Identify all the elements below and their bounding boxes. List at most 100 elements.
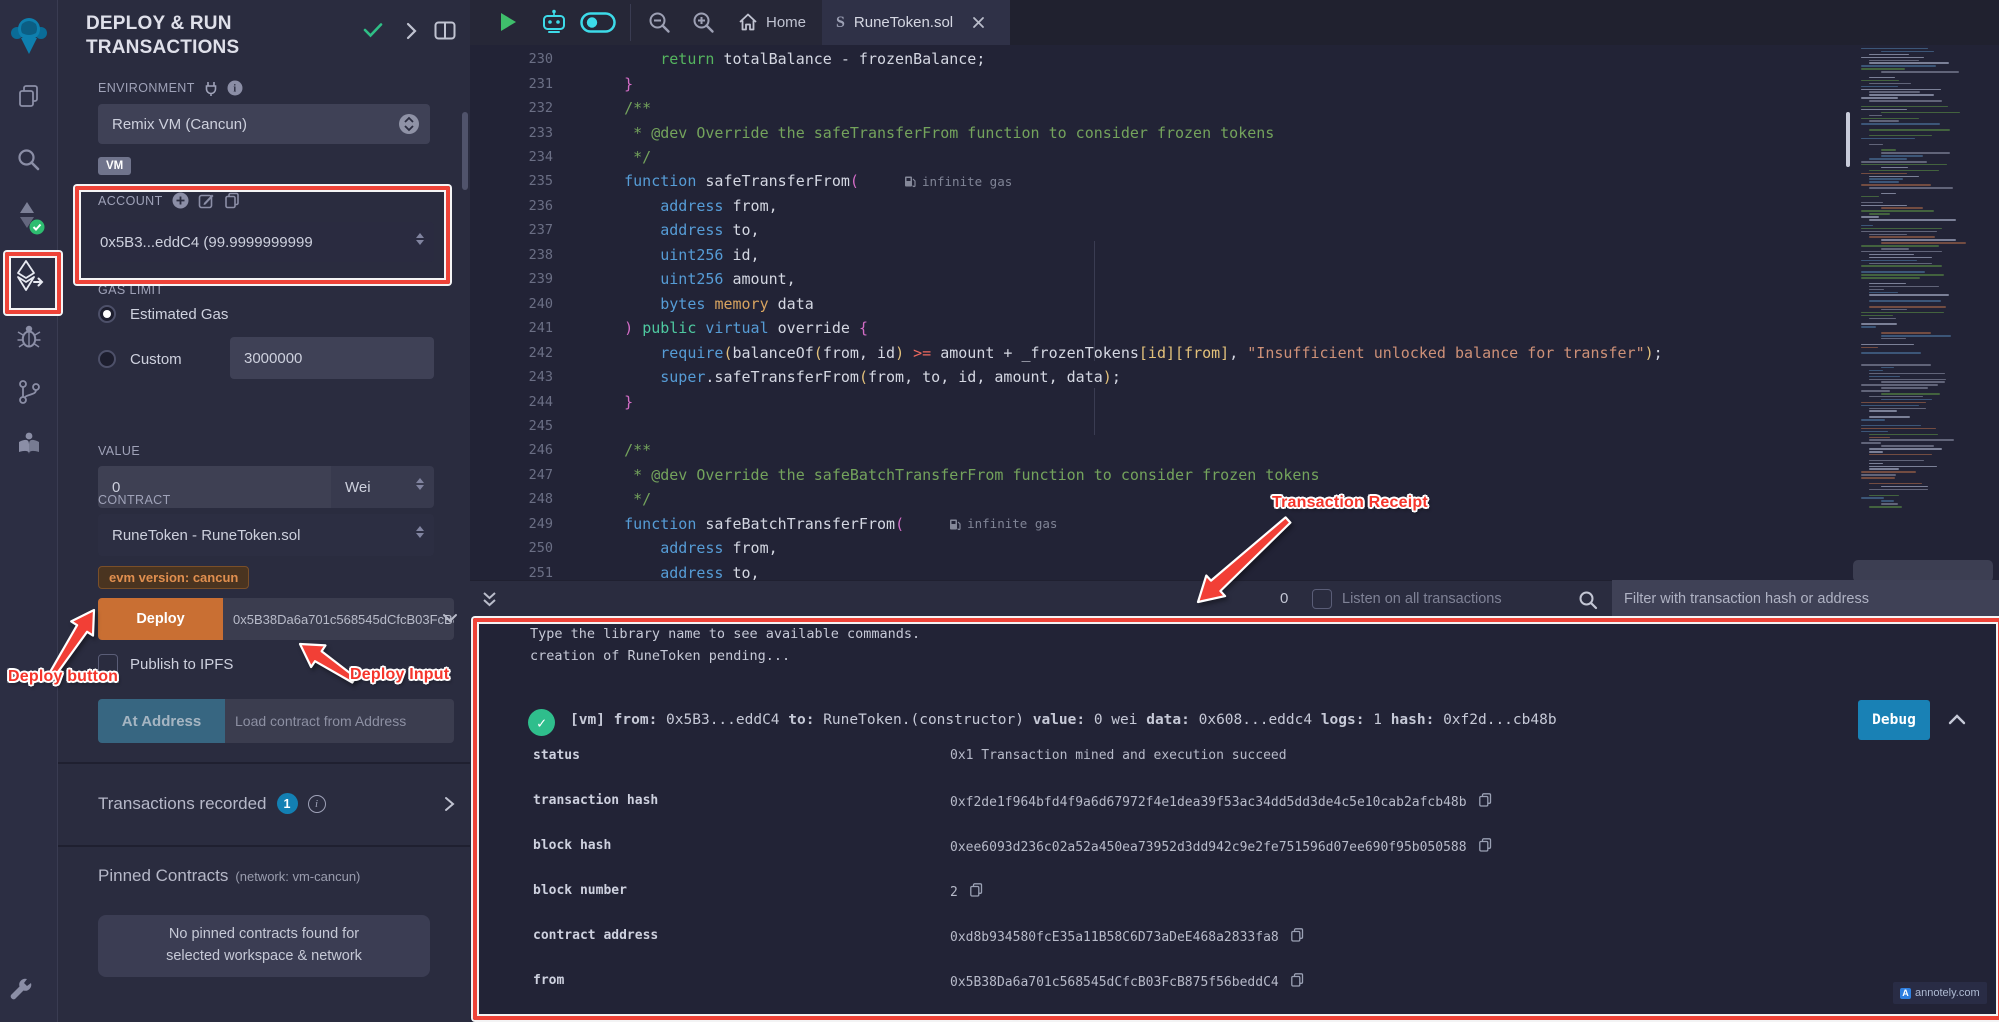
code-line[interactable]: 242 require(balanceOf(from, id) >= amoun… [470, 340, 1850, 364]
line-number: 248 [470, 491, 553, 507]
minimap-line [1869, 83, 1911, 85]
pin-panel-chevron-icon[interactable] [405, 22, 417, 45]
terminal-search-icon[interactable] [1578, 590, 1598, 615]
settings-wrench-icon[interactable] [0, 975, 49, 1003]
code-line[interactable]: 243 super.safeTransferFrom(from, to, id,… [470, 365, 1850, 389]
code-line[interactable]: 238 uint256 id, [470, 243, 1850, 267]
at-address-input[interactable]: Load contract from Address [225, 699, 454, 743]
search-icon[interactable] [0, 147, 57, 172]
code-line[interactable]: 241 ) public virtual override { [470, 316, 1850, 340]
code-line[interactable]: 249 function safeBatchTransferFrom(infin… [470, 512, 1850, 536]
receipt-row-label: block number [533, 883, 627, 898]
ai-copilot-robot-icon[interactable] [540, 8, 568, 41]
collapse-terminal-icon[interactable] [482, 591, 497, 613]
code-line[interactable]: 247 * @dev Override the safeBatchTransfe… [470, 463, 1850, 487]
copy-icon[interactable] [1479, 793, 1492, 811]
git-branch-icon[interactable] [0, 378, 57, 406]
panel-scrollbar[interactable] [462, 112, 468, 190]
split-view-icon[interactable] [434, 21, 456, 45]
code-line[interactable]: 237 address to, [470, 218, 1850, 242]
minimap-line [1869, 379, 1946, 381]
learneth-icon[interactable] [0, 430, 57, 458]
deploy-button[interactable]: Deploy [98, 598, 223, 640]
collapse-receipt-chevron-icon[interactable] [1948, 710, 1966, 729]
minimap-line [1869, 286, 1939, 288]
estimated-gas-radio[interactable] [98, 305, 116, 323]
copy-account-icon[interactable] [224, 192, 240, 209]
contract-select[interactable]: RuneToken - RuneToken.sol [98, 514, 434, 556]
code-line[interactable]: 232 /** [470, 96, 1850, 120]
remix-logo-icon[interactable] [0, 14, 57, 56]
code-line[interactable]: 251 address to, [470, 560, 1850, 580]
transactions-info-icon[interactable]: i [308, 795, 326, 813]
home-tab[interactable]: Home [738, 12, 806, 32]
tx-summary[interactable]: [vm] from: 0x5B3...eddC4 to: RuneToken.(… [570, 712, 1557, 728]
custom-gas-input[interactable]: 3000000 [230, 337, 434, 379]
terminal-filter-input[interactable]: Filter with transaction hash or address [1612, 580, 1999, 618]
copy-icon[interactable] [1291, 928, 1304, 946]
environment-select[interactable]: Remix VM (Cancun) [98, 104, 430, 144]
code-line[interactable]: 240 bytes memory data [470, 292, 1850, 316]
code-line[interactable]: 244 } [470, 389, 1850, 413]
copy-icon[interactable] [1479, 838, 1492, 856]
toolbar-divider [630, 4, 631, 41]
tab-close-icon[interactable] [972, 16, 985, 29]
copilot-toggle-icon[interactable] [580, 12, 616, 38]
minimap-slider[interactable] [1853, 560, 1993, 582]
debugger-icon[interactable] [0, 322, 57, 350]
code-line[interactable]: 236 address from, [470, 194, 1850, 218]
publish-ipfs-checkbox[interactable] [98, 654, 118, 674]
custom-gas-radio[interactable] [98, 350, 116, 368]
minimap-line [1861, 164, 1947, 166]
deploy-constructor-input[interactable]: 0x5B38Da6a701c568545dCfcB03FcB875f56bedd… [223, 598, 454, 640]
minimap-line [1861, 277, 1920, 279]
solidity-compiler-icon[interactable] [0, 200, 57, 236]
line-number: 251 [470, 565, 553, 580]
zoom-in-icon[interactable] [692, 11, 715, 39]
code-line[interactable]: 234 */ [470, 145, 1850, 169]
minimap-line [1881, 335, 1951, 337]
copy-icon[interactable] [1291, 973, 1304, 991]
minimap-line [1869, 263, 1932, 265]
deploy-run-icon[interactable] [0, 258, 57, 294]
code-line[interactable]: 248 */ [470, 487, 1850, 511]
code-line[interactable]: 246 /** [470, 438, 1850, 462]
contract-stepper-icon [416, 526, 424, 538]
plug-icon[interactable] [204, 81, 218, 96]
listen-all-checkbox[interactable] [1312, 589, 1332, 609]
minimap[interactable] [1855, 45, 1992, 515]
code-line[interactable]: 235 function safeTransferFrom(infinite g… [470, 169, 1850, 193]
value-unit-select[interactable]: Wei [331, 466, 434, 508]
debug-button[interactable]: Debug [1858, 700, 1930, 740]
sign-message-icon[interactable] [198, 192, 215, 209]
code-line[interactable]: 245 [470, 414, 1850, 438]
tab-runetoken[interactable]: S RuneToken.sol [822, 0, 1010, 45]
terminal-output[interactable]: Type the library name to see available c… [470, 618, 1999, 1022]
code-line[interactable]: 250 address from, [470, 536, 1850, 560]
account-select[interactable]: 0x5B3...eddC4 (99.9999999999 [86, 222, 434, 262]
environment-info-icon[interactable]: i [227, 80, 243, 96]
zoom-out-icon[interactable] [648, 11, 671, 39]
minimap-line [1861, 118, 1919, 120]
minimap-line [1869, 483, 1922, 485]
line-number: 250 [470, 540, 553, 556]
watermark: A annotely.com [1893, 982, 1987, 1004]
transactions-expand-chevron-icon[interactable] [444, 796, 455, 817]
run-script-icon[interactable] [498, 11, 518, 38]
code-line[interactable]: 239 uint256 amount, [470, 267, 1850, 291]
minimap-line [1861, 471, 1916, 473]
editor-scrollbar[interactable] [1846, 112, 1850, 167]
line-number: 239 [470, 271, 553, 287]
code-line[interactable]: 231 } [470, 71, 1850, 95]
add-account-icon[interactable] [172, 192, 189, 209]
code-line[interactable]: 230 return totalBalance - frozenBalance; [470, 47, 1850, 71]
expand-constructor-chevron-icon[interactable] [442, 610, 458, 628]
code-text: require(balanceOf(from, id) >= amount + … [588, 344, 1663, 362]
code-text: function safeTransferFrom( [588, 172, 859, 190]
at-address-button[interactable]: At Address [98, 699, 225, 743]
code-editor[interactable]: 230 return totalBalance - frozenBalance;… [470, 45, 1850, 580]
copy-icon[interactable] [970, 883, 983, 901]
minimap-line [1861, 245, 1939, 247]
code-line[interactable]: 233 * @dev Override the safeTransferFrom… [470, 120, 1850, 144]
file-explorer-icon[interactable] [0, 84, 57, 110]
